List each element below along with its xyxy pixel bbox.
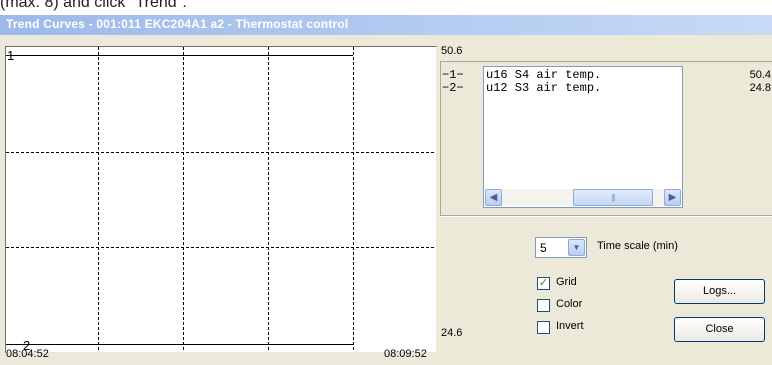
- panel-separator: [440, 215, 772, 217]
- legend-listbox[interactable]: u16 S4 air temp. u12 S3 air temp. ◀ ||| …: [483, 66, 683, 208]
- time-end-label: 08:09:52: [384, 348, 427, 360]
- time-scale-value: 5: [540, 241, 547, 255]
- title-bar[interactable]: Trend Curves - 001:011 EKC204A1 a2 - The…: [0, 15, 772, 35]
- horizontal-scrollbar[interactable]: ◀ ||| ▶: [485, 189, 681, 206]
- close-button[interactable]: Close: [674, 317, 765, 342]
- checkmark-icon: ✓: [538, 277, 549, 289]
- invert-label: Invert: [556, 320, 584, 332]
- scroll-right-icon[interactable]: ▶: [664, 189, 681, 206]
- time-scale-select[interactable]: 5 ▼: [535, 237, 587, 258]
- window-title: Trend Curves - 001:011 EKC204A1 a2 - The…: [6, 17, 349, 31]
- y-axis-min-label: 24.6: [441, 327, 463, 339]
- y-axis-max-label: 50.6: [441, 45, 463, 57]
- scrollbar-thumb[interactable]: |||: [573, 189, 653, 206]
- trend-curves-window: Trend Curves - 001:011 EKC204A1 a2 - The…: [0, 15, 772, 365]
- logs-button[interactable]: Logs...: [674, 279, 765, 304]
- trend-plot-area: 1 2: [5, 46, 437, 353]
- legend-key-2: −2−: [442, 81, 464, 95]
- trend-plot-svg: 1 2: [6, 47, 436, 352]
- scroll-left-icon[interactable]: ◀: [485, 189, 502, 206]
- chevron-down-icon[interactable]: ▼: [568, 239, 585, 256]
- legend-value-1: 50.4: [749, 69, 771, 81]
- time-scale-label: Time scale (min): [597, 240, 678, 252]
- invert-checkbox[interactable]: [537, 321, 550, 334]
- color-label: Color: [556, 298, 583, 310]
- legend-value-2: 24.8: [749, 82, 771, 94]
- legend-item-1[interactable]: u16 S4 air temp.: [486, 68, 601, 82]
- color-checkbox[interactable]: [537, 299, 550, 312]
- grid-label: Grid: [556, 276, 577, 288]
- grid-checkbox[interactable]: ✓: [537, 277, 550, 290]
- series-marker-1: 1: [7, 48, 14, 63]
- legend-item-2[interactable]: u12 S3 air temp.: [486, 81, 601, 95]
- time-start-label: 08:04:52: [6, 348, 49, 360]
- legend-key-1: −1−: [442, 68, 464, 82]
